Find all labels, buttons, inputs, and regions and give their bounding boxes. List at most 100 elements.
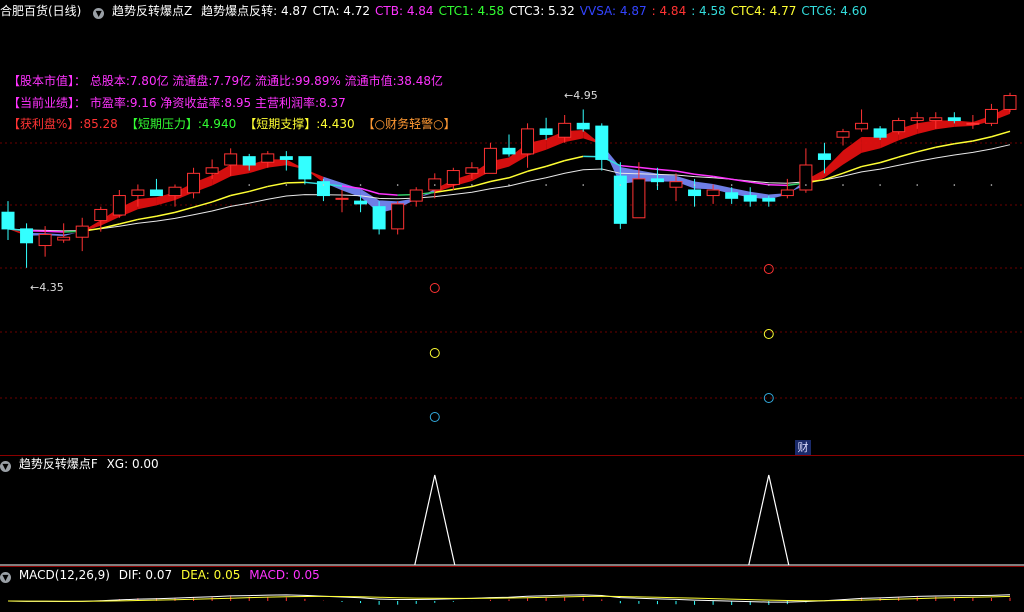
ma-line-segment xyxy=(545,159,565,168)
ma-line-segment xyxy=(620,164,639,169)
candle-body xyxy=(279,156,293,160)
candle-body xyxy=(743,195,757,202)
ma-line-segment xyxy=(768,183,788,187)
candle-body xyxy=(335,197,349,200)
candle-body xyxy=(242,156,256,166)
trend-ribbon-segment xyxy=(917,120,936,134)
ref-dot xyxy=(916,184,919,186)
macd-header: ▼ MACD(12,26,9) DIF: 0.07 DEA: 0.05 MACD… xyxy=(0,566,325,584)
panel2-indicator-name[interactable]: 趋势反转爆点F xyxy=(19,457,98,471)
ma-line-segment xyxy=(972,136,992,142)
ref-dot xyxy=(285,184,288,186)
ma-line-segment xyxy=(379,193,398,196)
candle-body xyxy=(539,128,553,135)
panel2-header: ▼ 趋势反转爆点F XG: 0.00 xyxy=(0,455,164,473)
financial-badge[interactable]: 财 xyxy=(795,440,811,455)
candle-body xyxy=(168,186,182,197)
candle-body xyxy=(149,189,163,197)
trend-ribbon-segment xyxy=(935,120,955,130)
trend-ribbon-segment xyxy=(843,136,862,165)
ma-line-segment xyxy=(45,230,64,233)
candle-body xyxy=(224,153,238,166)
ma-line-segment xyxy=(898,151,918,158)
collapse-icon[interactable]: ▼ xyxy=(0,461,11,472)
candle-body xyxy=(688,189,702,197)
candle-body xyxy=(112,195,126,216)
ma-line-segment xyxy=(935,142,955,148)
candle-body xyxy=(725,192,739,199)
ma-line-segment xyxy=(156,211,176,217)
macd-dea: DEA: 0.05 xyxy=(180,568,241,582)
candle-body xyxy=(595,125,609,160)
ref-dot xyxy=(730,184,733,186)
ref-dot xyxy=(805,184,807,186)
candle-body xyxy=(929,117,943,122)
candle-body xyxy=(465,167,479,174)
ma-line-segment xyxy=(917,146,936,153)
signal-circle-blue xyxy=(429,412,440,422)
ma-line-segment xyxy=(508,170,528,179)
ref-dot xyxy=(656,184,659,186)
xg-spike xyxy=(414,474,456,566)
ma-line-segment xyxy=(675,170,695,175)
candle-body xyxy=(650,178,664,183)
candle-body xyxy=(836,131,850,138)
trend-ribbon-segment xyxy=(694,181,714,190)
candle-body xyxy=(131,189,145,197)
candle-body xyxy=(910,117,924,122)
collapse-icon[interactable]: ▼ xyxy=(0,572,11,583)
ma-line-segment xyxy=(564,155,584,162)
candle-body xyxy=(799,164,813,191)
ref-dot xyxy=(545,184,547,186)
ma-line-segment xyxy=(527,165,547,172)
candle-body xyxy=(409,189,423,202)
ma-line-segment xyxy=(861,161,881,168)
candle-body xyxy=(502,147,516,155)
macd-dif: DIF: 0.07 xyxy=(118,568,173,582)
signal-circle-yellow xyxy=(763,329,774,339)
ma-line-segment xyxy=(490,177,510,183)
kline-chart[interactable] xyxy=(0,0,1024,612)
candle-body xyxy=(57,236,71,241)
ref-dot xyxy=(953,184,956,186)
ref-dot xyxy=(508,184,510,186)
ma-line-segment xyxy=(991,130,1011,138)
trend-ribbon-segment xyxy=(230,164,250,177)
candle-body xyxy=(1,211,15,230)
candle-body xyxy=(947,117,961,122)
xg-spike xyxy=(748,474,790,566)
candle-body xyxy=(984,108,998,124)
ref-dot xyxy=(619,184,622,186)
candle-body xyxy=(446,170,460,185)
candle-body xyxy=(75,225,89,238)
candle-body xyxy=(483,147,497,174)
ref-dot xyxy=(842,184,844,186)
candle-body xyxy=(391,203,405,230)
ref-dot xyxy=(248,184,251,186)
ma-line-segment xyxy=(286,181,305,184)
candle-body xyxy=(298,156,312,180)
ma-line-segment xyxy=(471,180,491,188)
macd-indicator-name[interactable]: MACD(12,26,9) xyxy=(19,568,110,582)
ref-dot xyxy=(396,184,399,186)
ma-line-segment xyxy=(879,156,899,164)
candle-body xyxy=(706,189,720,197)
ma-line-segment xyxy=(657,168,677,172)
candle-body xyxy=(613,175,627,224)
ref-dot xyxy=(767,184,770,186)
ma-line-segment xyxy=(453,185,473,191)
candle-body xyxy=(187,172,201,194)
ref-dot xyxy=(471,184,473,186)
ref-dot xyxy=(433,184,436,186)
candle-body xyxy=(20,228,34,244)
ref-dot xyxy=(693,184,696,186)
candle-body xyxy=(1003,95,1017,110)
candle-body xyxy=(558,122,572,138)
candle-body xyxy=(261,153,275,163)
candle-body xyxy=(372,206,386,230)
ref-dot xyxy=(582,184,585,186)
ref-dot xyxy=(990,184,993,186)
ma-line-segment xyxy=(137,215,157,221)
macd-value: MACD: 0.05 xyxy=(249,568,320,582)
ma-line-segment xyxy=(267,182,287,188)
